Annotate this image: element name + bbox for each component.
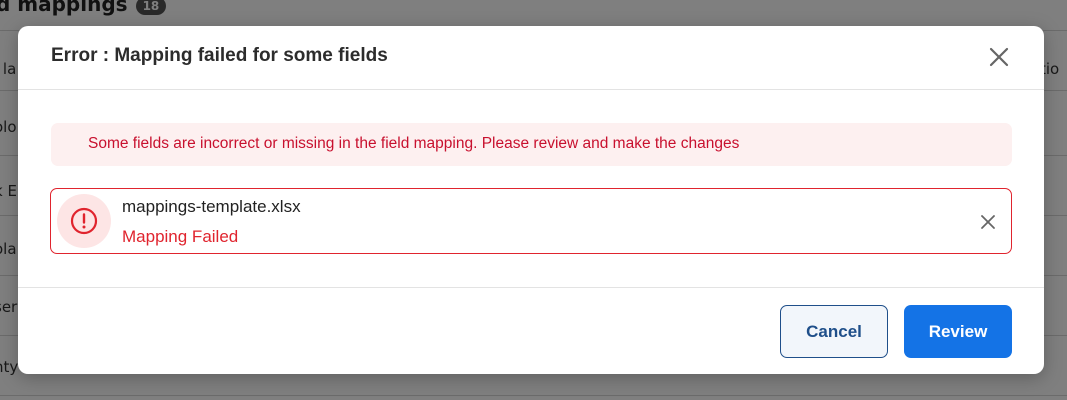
remove-file-button[interactable] (979, 213, 997, 231)
dialog-header: Error : Mapping failed for some fields (18, 26, 1044, 90)
review-button[interactable]: Review (904, 305, 1012, 358)
dialog-footer: Cancel Review (18, 287, 1044, 374)
error-banner: Some fields are incorrect or missing in … (51, 123, 1012, 166)
cancel-button[interactable]: Cancel (780, 305, 888, 358)
alert-circle-icon (70, 207, 98, 235)
file-card: mappings-template.xlsx Mapping Failed (50, 188, 1012, 254)
file-status: Mapping Failed (122, 227, 239, 246)
error-dialog: Error : Mapping failed for some fields S… (18, 26, 1044, 374)
file-name: mappings-template.xlsx (122, 197, 301, 216)
error-message: Some fields are incorrect or missing in … (88, 135, 740, 152)
dialog-title: Error : Mapping failed for some fields (51, 45, 388, 66)
close-button[interactable] (986, 44, 1012, 70)
close-icon (981, 215, 995, 229)
close-icon (989, 47, 1009, 67)
file-status-icon-wrap (57, 194, 111, 248)
